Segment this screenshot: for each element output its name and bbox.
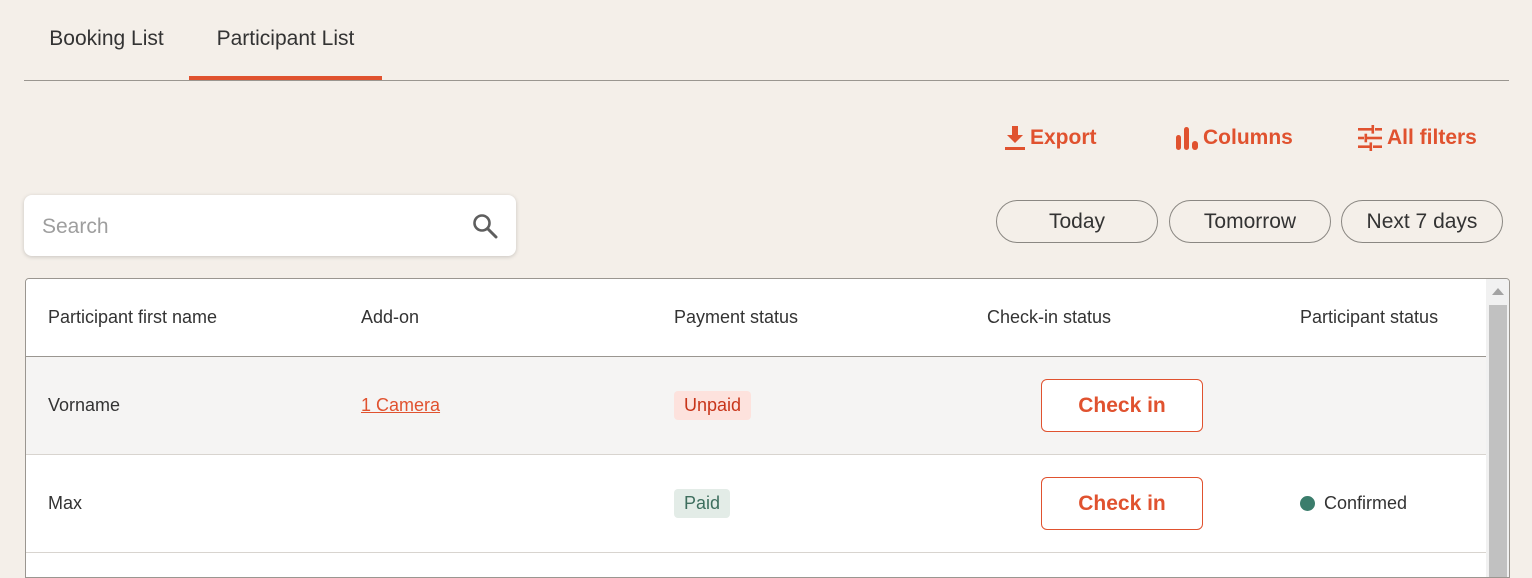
column-header-first-name[interactable]: Participant first name: [48, 279, 217, 356]
addon-cell: 1 Camera: [361, 357, 440, 454]
filter-next-7-days[interactable]: Next 7 days: [1341, 200, 1503, 243]
export-button[interactable]: Export: [1004, 120, 1097, 156]
vertical-scrollbar[interactable]: [1486, 279, 1509, 577]
scrollbar-thumb[interactable]: [1489, 305, 1507, 577]
status-dot-icon: [1300, 496, 1315, 511]
sliders-icon: [1358, 125, 1382, 151]
columns-label: Columns: [1203, 126, 1293, 149]
filter-today[interactable]: Today: [996, 200, 1158, 243]
all-filters-button[interactable]: All filters: [1357, 120, 1477, 156]
check-in-button[interactable]: Check in: [1041, 379, 1203, 432]
table-header: Participant first name Add-on Payment st…: [26, 279, 1486, 357]
search-box: [24, 195, 516, 258]
first-name-cell: Vorname: [48, 395, 121, 415]
search-icon[interactable]: [472, 213, 498, 239]
tab-bar: Booking List Participant List: [24, 0, 1509, 81]
check-in-button[interactable]: Check in: [1041, 477, 1203, 530]
search-input[interactable]: [40, 195, 464, 258]
scroll-up-arrow-icon[interactable]: [1492, 288, 1504, 295]
table-row[interactable]: Vorname 1 Camera Unpaid Check in: [26, 357, 1486, 455]
first-name-cell: Max: [48, 493, 83, 513]
payment-status-badge: Paid: [674, 489, 731, 518]
filter-tomorrow[interactable]: Tomorrow: [1169, 200, 1331, 243]
payment-status-badge: Unpaid: [674, 391, 752, 420]
addon-link[interactable]: 1 Camera: [361, 395, 440, 416]
tab-booking-list[interactable]: Booking List: [24, 0, 189, 78]
participant-table: Participant first name Add-on Payment st…: [25, 278, 1510, 578]
download-icon: [1005, 126, 1025, 150]
column-header-checkin-status[interactable]: Check-in status: [987, 279, 1111, 356]
column-header-participant-status[interactable]: Participant status: [1300, 279, 1438, 356]
bar-chart-icon: [1176, 127, 1198, 150]
table-row[interactable]: Max Paid Check in Confirmed: [26, 455, 1486, 553]
all-filters-label: All filters: [1387, 126, 1477, 149]
column-header-addon[interactable]: Add-on: [361, 279, 419, 356]
export-label: Export: [1030, 126, 1097, 149]
participant-status-cell: Confirmed: [1300, 455, 1407, 552]
column-header-payment-status[interactable]: Payment status: [674, 279, 798, 356]
tab-participant-list[interactable]: Participant List: [189, 0, 382, 80]
payment-cell: Unpaid: [674, 357, 752, 454]
participant-status-label: Confirmed: [1324, 493, 1408, 513]
columns-button[interactable]: Columns: [1175, 120, 1293, 156]
payment-cell: Paid: [674, 455, 731, 552]
